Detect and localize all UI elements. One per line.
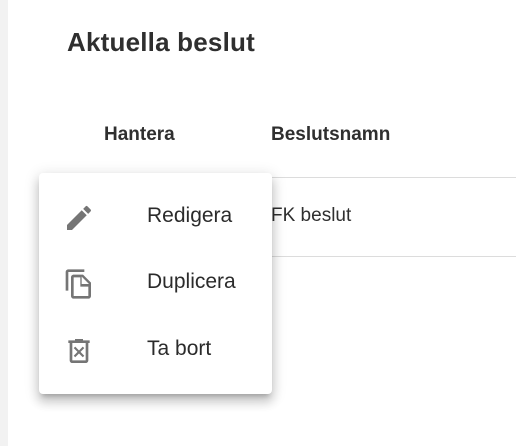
- decision-name-cell: FK beslut: [271, 205, 352, 226]
- delete-icon: [63, 335, 95, 367]
- menu-item-label: Duplicera: [147, 270, 236, 293]
- section-title: Aktuella beslut: [67, 27, 255, 57]
- left-sidebar-edge: [0, 0, 8, 446]
- table-header: Hantera Beslutsnamn: [45, 108, 516, 178]
- copy-icon: [63, 268, 95, 300]
- column-header-decision-name[interactable]: Beslutsnamn: [271, 124, 390, 146]
- menu-item-duplicate[interactable]: Duplicera: [39, 252, 272, 314]
- column-header-manage[interactable]: Hantera: [104, 124, 175, 146]
- edit-icon: [63, 202, 95, 234]
- row-actions-menu: Redigera Duplicera Ta bort: [39, 173, 272, 394]
- page: Aktuella beslut Hantera Beslutsnamn FK b…: [0, 0, 516, 446]
- menu-item-label: Redigera: [147, 204, 233, 227]
- menu-item-edit[interactable]: Redigera: [39, 186, 272, 248]
- menu-item-delete[interactable]: Ta bort: [39, 319, 272, 381]
- menu-item-label: Ta bort: [147, 337, 212, 360]
